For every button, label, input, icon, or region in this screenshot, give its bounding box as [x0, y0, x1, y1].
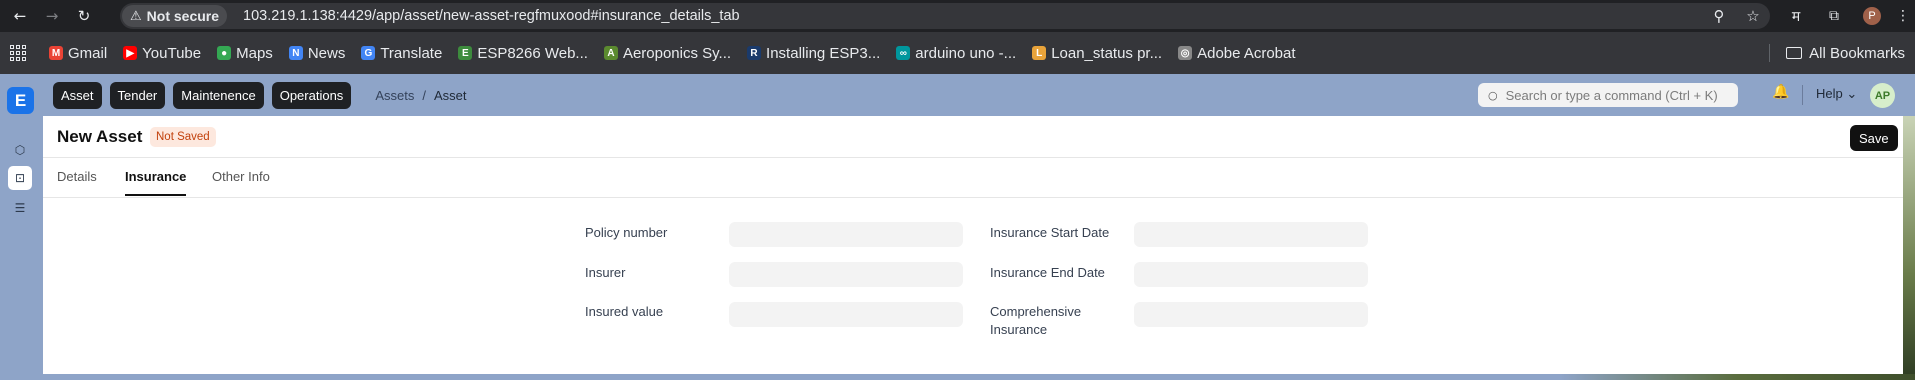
forward-arrow-icon[interactable]: → [40, 4, 64, 28]
nav-pill-maintenence[interactable]: Maintenence [173, 81, 264, 109]
bookmark-label: Translate [380, 44, 443, 62]
save-button[interactable]: Save [1850, 125, 1898, 151]
bookmark-favicon-icon: ∞ [896, 46, 911, 60]
bookmark-favicon-icon: E [458, 46, 473, 60]
bookmark-label: ESP8266 Web... [477, 44, 588, 62]
insurer-label: Insurer [585, 265, 626, 280]
bookmark-item[interactable]: ● Maps [217, 45, 273, 62]
comprehensive-insurance-input[interactable] [1134, 302, 1368, 327]
nav-pill-operations[interactable]: Operations [271, 81, 352, 109]
url-text[interactable]: 103.219.1.138:4429/app/asset/new-asset-r… [243, 8, 740, 24]
search-placeholder: Search or type a command (Ctrl + K) [1505, 87, 1718, 103]
apps-grid-icon[interactable] [9, 44, 27, 62]
policy-number-label: Policy number [585, 225, 668, 240]
asset-form-card: New Asset Not Saved Save Details Insuran… [43, 116, 1903, 374]
extensions-icon[interactable]: ⧉ [1815, 8, 1853, 24]
insurance-end-date-label: Insurance End Date [990, 265, 1105, 280]
command-search-input[interactable]: ○ Search or type a command (Ctrl + K) [1478, 83, 1738, 107]
breadcrumb-parent[interactable]: Assets [375, 88, 414, 103]
breadcrumb: Assets / Asset [375, 88, 466, 103]
asset-bag-icon[interactable]: ⊡ [8, 166, 32, 190]
bookmark-favicon-icon: ◎ [1178, 46, 1193, 60]
app-shell: E ⬡ ⊡ ☰ Asset Tender Maintenence Operations… [0, 74, 1915, 380]
bookmark-label: Loan_status pr... [1051, 44, 1163, 62]
bookmark-label: News [307, 44, 346, 62]
form-tabs: Details Insurance Other Info [43, 158, 1903, 198]
bookmark-label: Maps [236, 44, 273, 62]
bookmark-item[interactable]: ◎ Adobe Acrobat [1178, 44, 1296, 62]
app-logo[interactable]: E [7, 87, 34, 114]
all-bookmarks-button[interactable]: All Bookmarks [1786, 32, 1905, 74]
database-icon[interactable]: ☰ [8, 196, 32, 220]
bookmark-item[interactable]: E ESP8266 Web... [458, 45, 588, 62]
help-dropdown[interactable]: Help ⌄ [1816, 86, 1857, 102]
bookmarks-divider [1769, 44, 1770, 62]
bookmark-favicon-icon: L [1032, 46, 1047, 60]
reload-icon[interactable]: ↻ [72, 4, 96, 28]
bookmark-item[interactable]: G Translate [361, 45, 442, 62]
bookmark-favicon-icon: N [288, 46, 303, 60]
comprehensive-insurance-label: Comprehensive Insurance [990, 304, 1082, 337]
tab-details[interactable]: Details [57, 169, 97, 194]
bookmarks-bar: M Gmail ▶ YouTube ● Maps N News G Translate E ESP82… [0, 32, 1915, 74]
bookmark-item[interactable]: ▶ YouTube [123, 45, 201, 62]
bookmark-label: Aeroponics Sy... [622, 44, 732, 62]
search-icon: ○ [1488, 88, 1498, 102]
all-bookmarks-label: All Bookmarks [1809, 44, 1905, 62]
bookmark-favicon-icon: ▶ [123, 46, 138, 60]
bookmark-item[interactable]: ∞ arduino uno -... [896, 45, 1016, 62]
bookmark-label: YouTube [142, 44, 202, 62]
bookmark-item[interactable]: L Loan_status pr... [1032, 45, 1162, 62]
address-bar[interactable]: ⚠ Not secure 103.219.1.138:4429/app/asse… [120, 3, 1770, 29]
cube-icon[interactable]: ⬡ [8, 138, 32, 162]
bookmark-favicon-icon: R [747, 46, 762, 60]
bookmark-item[interactable]: R Installing ESP3... [747, 45, 880, 62]
zoom-icon[interactable]: ⚲ [1702, 7, 1736, 25]
bookmark-item[interactable]: A Aeroponics Sy... [603, 44, 732, 62]
navbar-divider [1802, 85, 1803, 105]
bookmark-favicon-icon: ● [217, 46, 232, 60]
left-sidebar: E ⬡ ⊡ ☰ [0, 74, 43, 380]
breadcrumb-separator: / [422, 87, 426, 103]
user-avatar[interactable]: AP [1870, 83, 1895, 108]
insured-value-label: Insured value [585, 304, 664, 319]
security-label: Not secure [146, 8, 220, 24]
browser-toolbar: ← → ↻ ⚠ Not secure 103.219.1.138:4429/ap… [0, 0, 1915, 32]
status-badge: Not Saved [150, 127, 216, 147]
back-arrow-icon[interactable]: ← [8, 4, 32, 28]
bookmark-item[interactable]: M Gmail [49, 45, 107, 62]
bookmark-label: Adobe Acrobat [1197, 44, 1296, 62]
bookmark-favicon-icon: M [49, 46, 63, 60]
wallpaper-edge [1903, 116, 1915, 380]
tab-other-info[interactable]: Other Info [212, 169, 270, 194]
wallpaper-bottom [1560, 374, 1915, 380]
insured-value-input[interactable] [729, 302, 963, 327]
insurance-start-date-label: Insurance Start Date [990, 225, 1110, 240]
page-title: New Asset [57, 127, 143, 146]
folder-icon [1786, 47, 1803, 59]
warning-icon: ⚠ [130, 8, 142, 24]
notification-bell-icon[interactable]: 🔔 [1771, 84, 1791, 104]
star-icon[interactable]: ☆ [1736, 7, 1770, 25]
menu-kebab-icon[interactable]: ⋮ [1891, 8, 1915, 24]
insurer-input[interactable] [729, 262, 963, 287]
bookmark-label: arduino uno -... [915, 44, 1017, 62]
policy-number-input[interactable] [729, 222, 963, 247]
bookmark-label: Installing ESP3... [766, 44, 881, 62]
bookmark-favicon-icon: A [603, 46, 618, 60]
nav-pill-asset[interactable]: Asset [53, 81, 102, 109]
security-chip[interactable]: ⚠ Not secure [122, 5, 228, 27]
profile-avatar[interactable]: P [1863, 7, 1881, 25]
bookmark-favicon-icon: G [361, 46, 376, 60]
insurance-end-date-input[interactable] [1134, 262, 1368, 287]
insurance-start-date-input[interactable] [1134, 222, 1368, 247]
bookmark-item[interactable]: N News [288, 44, 346, 62]
breadcrumb-current[interactable]: Asset [434, 88, 467, 103]
nav-pill-tender[interactable]: Tender [109, 81, 166, 109]
translate-icon[interactable]: म [1777, 7, 1815, 26]
tab-insurance[interactable]: Insurance [125, 169, 187, 196]
page-header: New Asset Not Saved Save [43, 116, 1903, 158]
bookmark-label: Gmail [68, 44, 108, 62]
